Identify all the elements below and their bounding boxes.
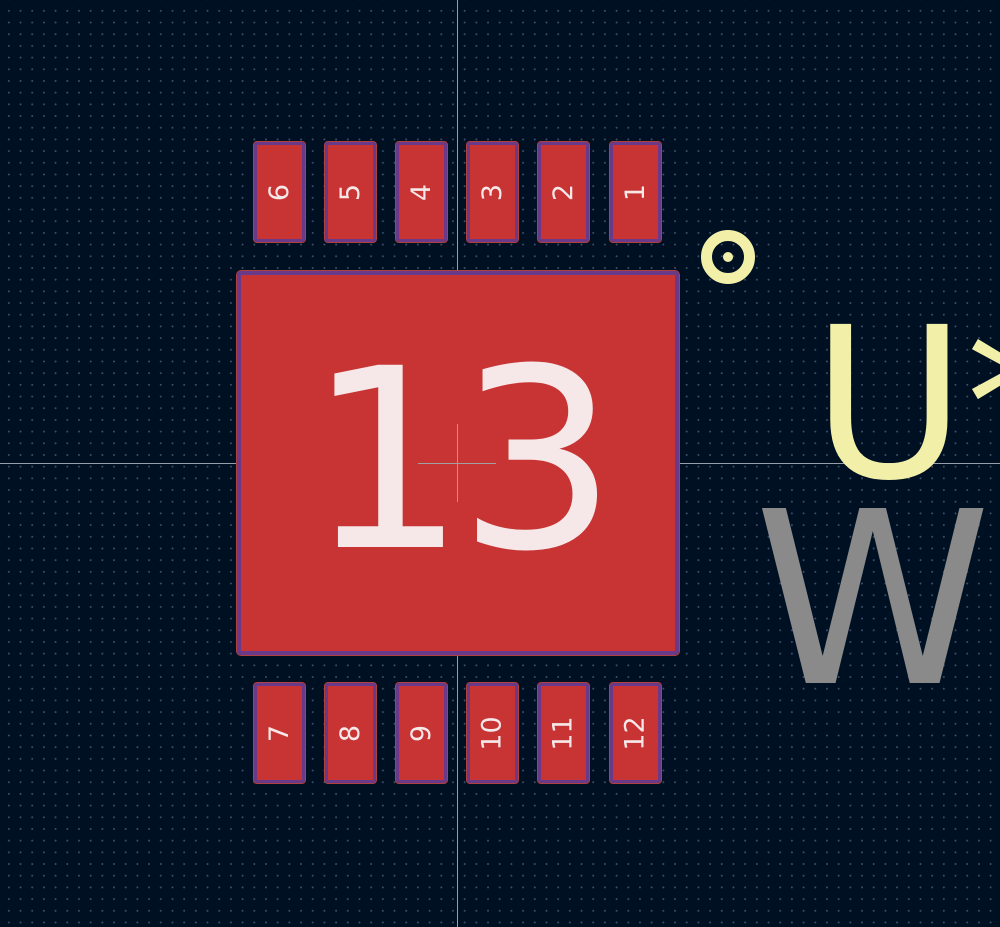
pad-12[interactable]: 12: [609, 682, 662, 784]
origin-mark-horizontal: [418, 463, 496, 464]
pad-4[interactable]: 4: [395, 141, 448, 243]
pad-6[interactable]: 6: [253, 141, 306, 243]
pad-number: 10: [476, 715, 508, 751]
pad-number: 11: [547, 715, 579, 751]
pin1-marker-icon: [701, 230, 755, 284]
pad-number: 6: [264, 183, 295, 201]
pad-9[interactable]: 9: [395, 682, 448, 784]
pcb-canvas[interactable]: 6 5 4 3 2 1 13 7 8 9 10 11 12 U* WS: [0, 0, 1000, 927]
pad-number: 9: [406, 724, 437, 742]
pad-number: 7: [264, 724, 295, 742]
pad-2[interactable]: 2: [537, 141, 590, 243]
pad-1[interactable]: 1: [609, 141, 662, 243]
footprint-value[interactable]: WS: [754, 480, 1000, 720]
pad-number: 12: [619, 715, 651, 751]
pad-number: 2: [548, 183, 579, 201]
pad-number: 3: [477, 183, 508, 201]
pad-number: 4: [406, 183, 437, 201]
pad-8[interactable]: 8: [324, 682, 377, 784]
pad-number: 8: [335, 724, 366, 742]
pad-11[interactable]: 11: [537, 682, 590, 784]
pad-7[interactable]: 7: [253, 682, 306, 784]
pad-5[interactable]: 5: [324, 141, 377, 243]
pad-10[interactable]: 10: [466, 682, 519, 784]
pad-3[interactable]: 3: [466, 141, 519, 243]
pad-number: 5: [335, 183, 366, 201]
thermal-pad-number: 13: [306, 315, 617, 606]
pad-number: 1: [620, 183, 651, 201]
